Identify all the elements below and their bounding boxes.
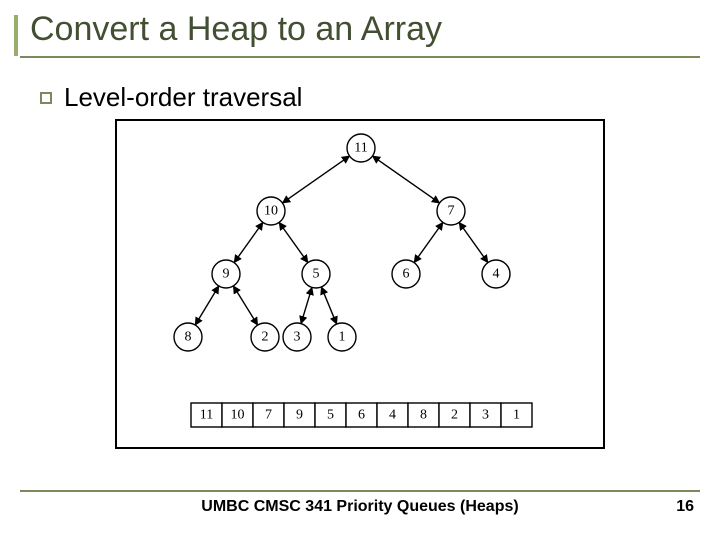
tree-node: 2 xyxy=(251,323,279,351)
tree-edge xyxy=(372,156,439,203)
slide-title: Convert a Heap to an Array xyxy=(30,10,442,49)
svg-text:6: 6 xyxy=(358,408,365,423)
title-accent-bar xyxy=(14,15,18,56)
footer-text: UMBC CMSC 341 Priority Queues (Heaps) xyxy=(0,498,720,516)
svg-text:2: 2 xyxy=(451,408,458,423)
tree-node: 3 xyxy=(283,323,311,351)
svg-text:7: 7 xyxy=(265,408,272,423)
svg-text:3: 3 xyxy=(294,330,301,345)
tree-node: 6 xyxy=(392,260,420,288)
tree-node: 1 xyxy=(328,323,356,351)
tree-node: 11 xyxy=(347,134,375,162)
svg-text:5: 5 xyxy=(327,408,334,423)
title-underline xyxy=(20,56,700,58)
svg-text:4: 4 xyxy=(389,408,396,423)
svg-text:1: 1 xyxy=(513,408,520,423)
bullet-row: Level-order traversal xyxy=(40,82,302,113)
svg-text:2: 2 xyxy=(262,330,269,345)
svg-text:10: 10 xyxy=(231,408,245,423)
svg-text:9: 9 xyxy=(296,408,303,423)
svg-text:6: 6 xyxy=(403,267,410,282)
tree-node: 7 xyxy=(437,197,465,225)
tree-node: 4 xyxy=(482,260,510,288)
svg-text:4: 4 xyxy=(493,267,500,282)
svg-text:8: 8 xyxy=(185,330,192,345)
svg-text:5: 5 xyxy=(313,267,320,282)
tree-node: 5 xyxy=(302,260,330,288)
tree-edge xyxy=(459,222,488,262)
heap-diagram: 11107956482311110795648231 xyxy=(115,119,605,449)
svg-text:11: 11 xyxy=(200,408,213,423)
bullet-text: Level-order traversal xyxy=(64,82,302,113)
tree-edge xyxy=(234,222,263,262)
footer-rule xyxy=(20,490,700,492)
tree-node: 9 xyxy=(212,260,240,288)
tree-edge xyxy=(414,222,443,262)
svg-text:10: 10 xyxy=(264,204,278,219)
svg-text:11: 11 xyxy=(354,141,367,156)
svg-text:3: 3 xyxy=(482,408,489,423)
svg-text:1: 1 xyxy=(339,330,346,345)
bullet-square-icon xyxy=(40,92,52,104)
tree-edge xyxy=(195,286,219,325)
tree-edge xyxy=(233,286,257,325)
array-table: 11 10 7 9 5 6 4 8 2 3 1 xyxy=(191,403,532,427)
tree-edge xyxy=(279,222,308,262)
svg-text:7: 7 xyxy=(448,204,455,219)
heap-svg: 11107956482311110795648231 xyxy=(117,121,603,447)
tree-node: 8 xyxy=(174,323,202,351)
tree-edge xyxy=(301,287,312,323)
tree-edge xyxy=(321,287,336,324)
svg-text:9: 9 xyxy=(223,267,230,282)
tree-node: 10 xyxy=(257,197,285,225)
page-number: 16 xyxy=(676,498,694,516)
svg-text:8: 8 xyxy=(420,408,427,423)
tree-edge xyxy=(282,156,349,203)
